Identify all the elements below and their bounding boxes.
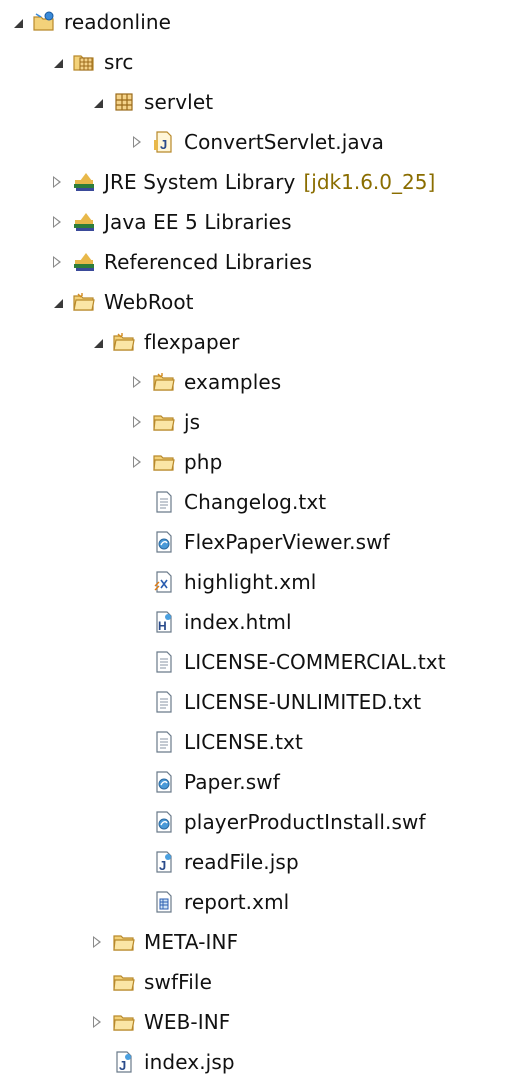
tree-item-label: index.html xyxy=(184,610,292,634)
swf-file-icon xyxy=(152,810,176,834)
expanded-toggle-icon[interactable] xyxy=(88,333,106,351)
tree-item-highlight-xml[interactable]: highlight.xml xyxy=(128,565,316,599)
tree-item-label: Paper.swf xyxy=(184,770,280,794)
library-icon xyxy=(72,170,96,194)
tree-item-label: flexpaper xyxy=(144,330,240,354)
source-folder-icon xyxy=(72,50,96,74)
tree-item-license[interactable]: LICENSE.txt xyxy=(128,725,303,759)
tree-item-index-jsp[interactable]: index.jsp xyxy=(88,1045,235,1079)
collapsed-toggle-icon[interactable] xyxy=(88,933,106,951)
jsp-file-icon xyxy=(112,1050,136,1074)
web-folder-icon xyxy=(112,330,136,354)
tree-item-label: FlexPaperViewer.swf xyxy=(184,530,390,554)
tree-item-java-ee-libraries[interactable]: Java EE 5 Libraries xyxy=(48,205,292,239)
folder-icon xyxy=(152,450,176,474)
tree-item-label: readFile.jsp xyxy=(184,850,299,874)
tree-item-label: ConvertServlet.java xyxy=(184,130,385,154)
web-folder-icon xyxy=(72,290,96,314)
tree-item-servlet[interactable]: servlet xyxy=(88,85,213,119)
tree-item-label: php xyxy=(184,450,223,474)
tree-item-label: js xyxy=(184,410,201,434)
text-file-icon xyxy=(152,730,176,754)
java-file-icon xyxy=(152,130,176,154)
tree-item-web-inf[interactable]: WEB-INF xyxy=(88,1005,230,1039)
tree-item-label: swfFile xyxy=(144,970,212,994)
collapsed-toggle-icon[interactable] xyxy=(128,453,146,471)
tree-item-referenced-libraries[interactable]: Referenced Libraries xyxy=(48,245,312,279)
package-icon xyxy=(112,90,136,114)
tree-item-src[interactable]: src xyxy=(48,45,134,79)
tree-item-label: src xyxy=(104,50,134,74)
tree-item-label: JRE System Library xyxy=(104,170,296,194)
collapsed-toggle-icon[interactable] xyxy=(128,413,146,431)
tree-item-meta-inf[interactable]: META-INF xyxy=(88,925,238,959)
tree-item-label: WebRoot xyxy=(104,290,194,314)
jdk-version-decoration: [jdk1.6.0_25] xyxy=(303,170,436,194)
tree-item-license-commercial[interactable]: LICENSE-COMMERCIAL.txt xyxy=(128,645,446,679)
tree-item-swffile[interactable]: swfFile xyxy=(88,965,212,999)
tree-item-report-xml[interactable]: report.xml xyxy=(128,885,289,919)
tree-item-label: Java EE 5 Libraries xyxy=(104,210,292,234)
tree-item-license-unlimited[interactable]: LICENSE-UNLIMITED.txt xyxy=(128,685,421,719)
tree-item-label: LICENSE-COMMERCIAL.txt xyxy=(184,650,446,674)
tree-item-js[interactable]: js xyxy=(128,405,200,439)
tree-item-flexpaperviewer[interactable]: FlexPaperViewer.swf xyxy=(128,525,390,559)
tree-item-player-product-install[interactable]: playerProductInstall.swf xyxy=(128,805,426,839)
tree-item-php[interactable]: php xyxy=(128,445,222,479)
tree-item-label: LICENSE.txt xyxy=(184,730,303,754)
collapsed-toggle-icon[interactable] xyxy=(48,253,66,271)
tree-item-label: LICENSE-UNLIMITED.txt xyxy=(184,690,422,714)
tree-item-paper-swf[interactable]: Paper.swf xyxy=(128,765,280,799)
tree-item-label: index.jsp xyxy=(144,1050,235,1074)
tree-item-jre-system-library[interactable]: JRE System Library [jdk1.6.0_25] xyxy=(48,165,435,199)
tree-item-index-html[interactable]: index.html xyxy=(128,605,292,639)
tree-item-flexpaper[interactable]: flexpaper xyxy=(88,325,239,359)
expanded-toggle-icon[interactable] xyxy=(88,93,106,111)
folder-icon xyxy=(112,1010,136,1034)
tree-item-label: Changelog.txt xyxy=(184,490,327,514)
library-icon xyxy=(72,250,96,274)
project-folder-icon xyxy=(32,10,56,34)
tree-item-webroot[interactable]: WebRoot xyxy=(48,285,194,319)
library-icon xyxy=(72,210,96,234)
tree-item-label: report.xml xyxy=(184,890,290,914)
collapsed-toggle-icon[interactable] xyxy=(88,1013,106,1031)
html-file-icon xyxy=(152,610,176,634)
tree-item-label: Referenced Libraries xyxy=(104,250,313,274)
folder-icon xyxy=(112,930,136,954)
collapsed-toggle-icon[interactable] xyxy=(48,173,66,191)
tree-item-label: WEB-INF xyxy=(144,1010,231,1034)
collapsed-toggle-icon[interactable] xyxy=(48,213,66,231)
folder-icon xyxy=(152,410,176,434)
tree-item-label: playerProductInstall.swf xyxy=(184,810,426,834)
expanded-toggle-icon[interactable] xyxy=(48,53,66,71)
tree-item-label: highlight.xml xyxy=(184,570,317,594)
swf-file-icon xyxy=(152,770,176,794)
xml-file-icon xyxy=(152,570,176,594)
text-file-icon xyxy=(152,690,176,714)
tree-item-convert-servlet[interactable]: ConvertServlet.java xyxy=(128,125,384,159)
text-file-icon xyxy=(152,490,176,514)
tree-item-readonline[interactable]: readonline xyxy=(8,5,171,39)
folder-icon xyxy=(112,970,136,994)
tree-item-changelog[interactable]: Changelog.txt xyxy=(128,485,326,519)
collapsed-toggle-icon[interactable] xyxy=(128,373,146,391)
report-xml-icon xyxy=(152,890,176,914)
tree-item-examples[interactable]: examples xyxy=(128,365,281,399)
tree-item-readfile-jsp[interactable]: readFile.jsp xyxy=(128,845,299,879)
collapsed-toggle-icon[interactable] xyxy=(128,133,146,151)
swf-file-icon xyxy=(152,530,176,554)
text-file-icon xyxy=(152,650,176,674)
tree-item-label: examples xyxy=(184,370,282,394)
expanded-toggle-icon[interactable] xyxy=(48,293,66,311)
web-folder-icon xyxy=(152,370,176,394)
tree-item-label: servlet xyxy=(144,90,214,114)
tree-item-label: readonline xyxy=(64,10,172,34)
jsp-file-icon xyxy=(152,850,176,874)
expanded-toggle-icon[interactable] xyxy=(8,13,26,31)
tree-item-label: META-INF xyxy=(144,930,239,954)
